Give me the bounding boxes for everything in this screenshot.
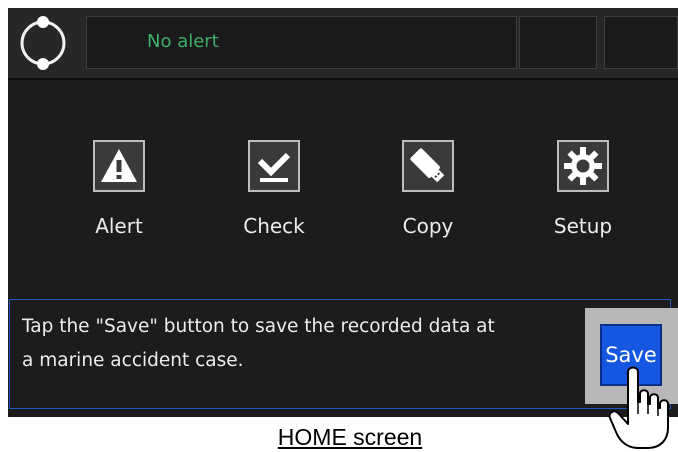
menu-alert-label: Alert [95, 214, 143, 238]
usb-stick-icon [402, 140, 454, 192]
menu-alert-button[interactable]: Alert [60, 140, 180, 250]
warning-triangle-icon [93, 140, 145, 192]
menu-setup-label: Setup [553, 214, 613, 238]
status-cell [519, 16, 597, 69]
figure-caption: HOME screen [277, 424, 423, 450]
instruction-message-box: Tap the "Save" button to save the record… [9, 299, 671, 409]
instruction-text-line-2: a marine accident case. [22, 350, 244, 371]
pointing-hand-icon [608, 366, 669, 449]
menu-check-button[interactable]: Check [215, 140, 335, 250]
instruction-text-line-1: Tap the "Save" button to save the record… [22, 316, 495, 337]
menu-copy-button[interactable]: Copy [369, 140, 489, 250]
top-status-bar: No alert [8, 8, 678, 78]
alert-status-text: No alert [147, 31, 219, 52]
status-cell [604, 16, 678, 69]
checkmark-icon [248, 140, 300, 192]
header-divider [8, 78, 678, 80]
status-ring-icon [20, 16, 66, 70]
menu-check-label: Check [243, 214, 305, 238]
menu-setup-button[interactable]: Setup [524, 140, 644, 250]
menu-copy-label: Copy [402, 214, 454, 238]
gear-icon [557, 140, 609, 192]
alert-status-field: No alert [86, 16, 517, 69]
